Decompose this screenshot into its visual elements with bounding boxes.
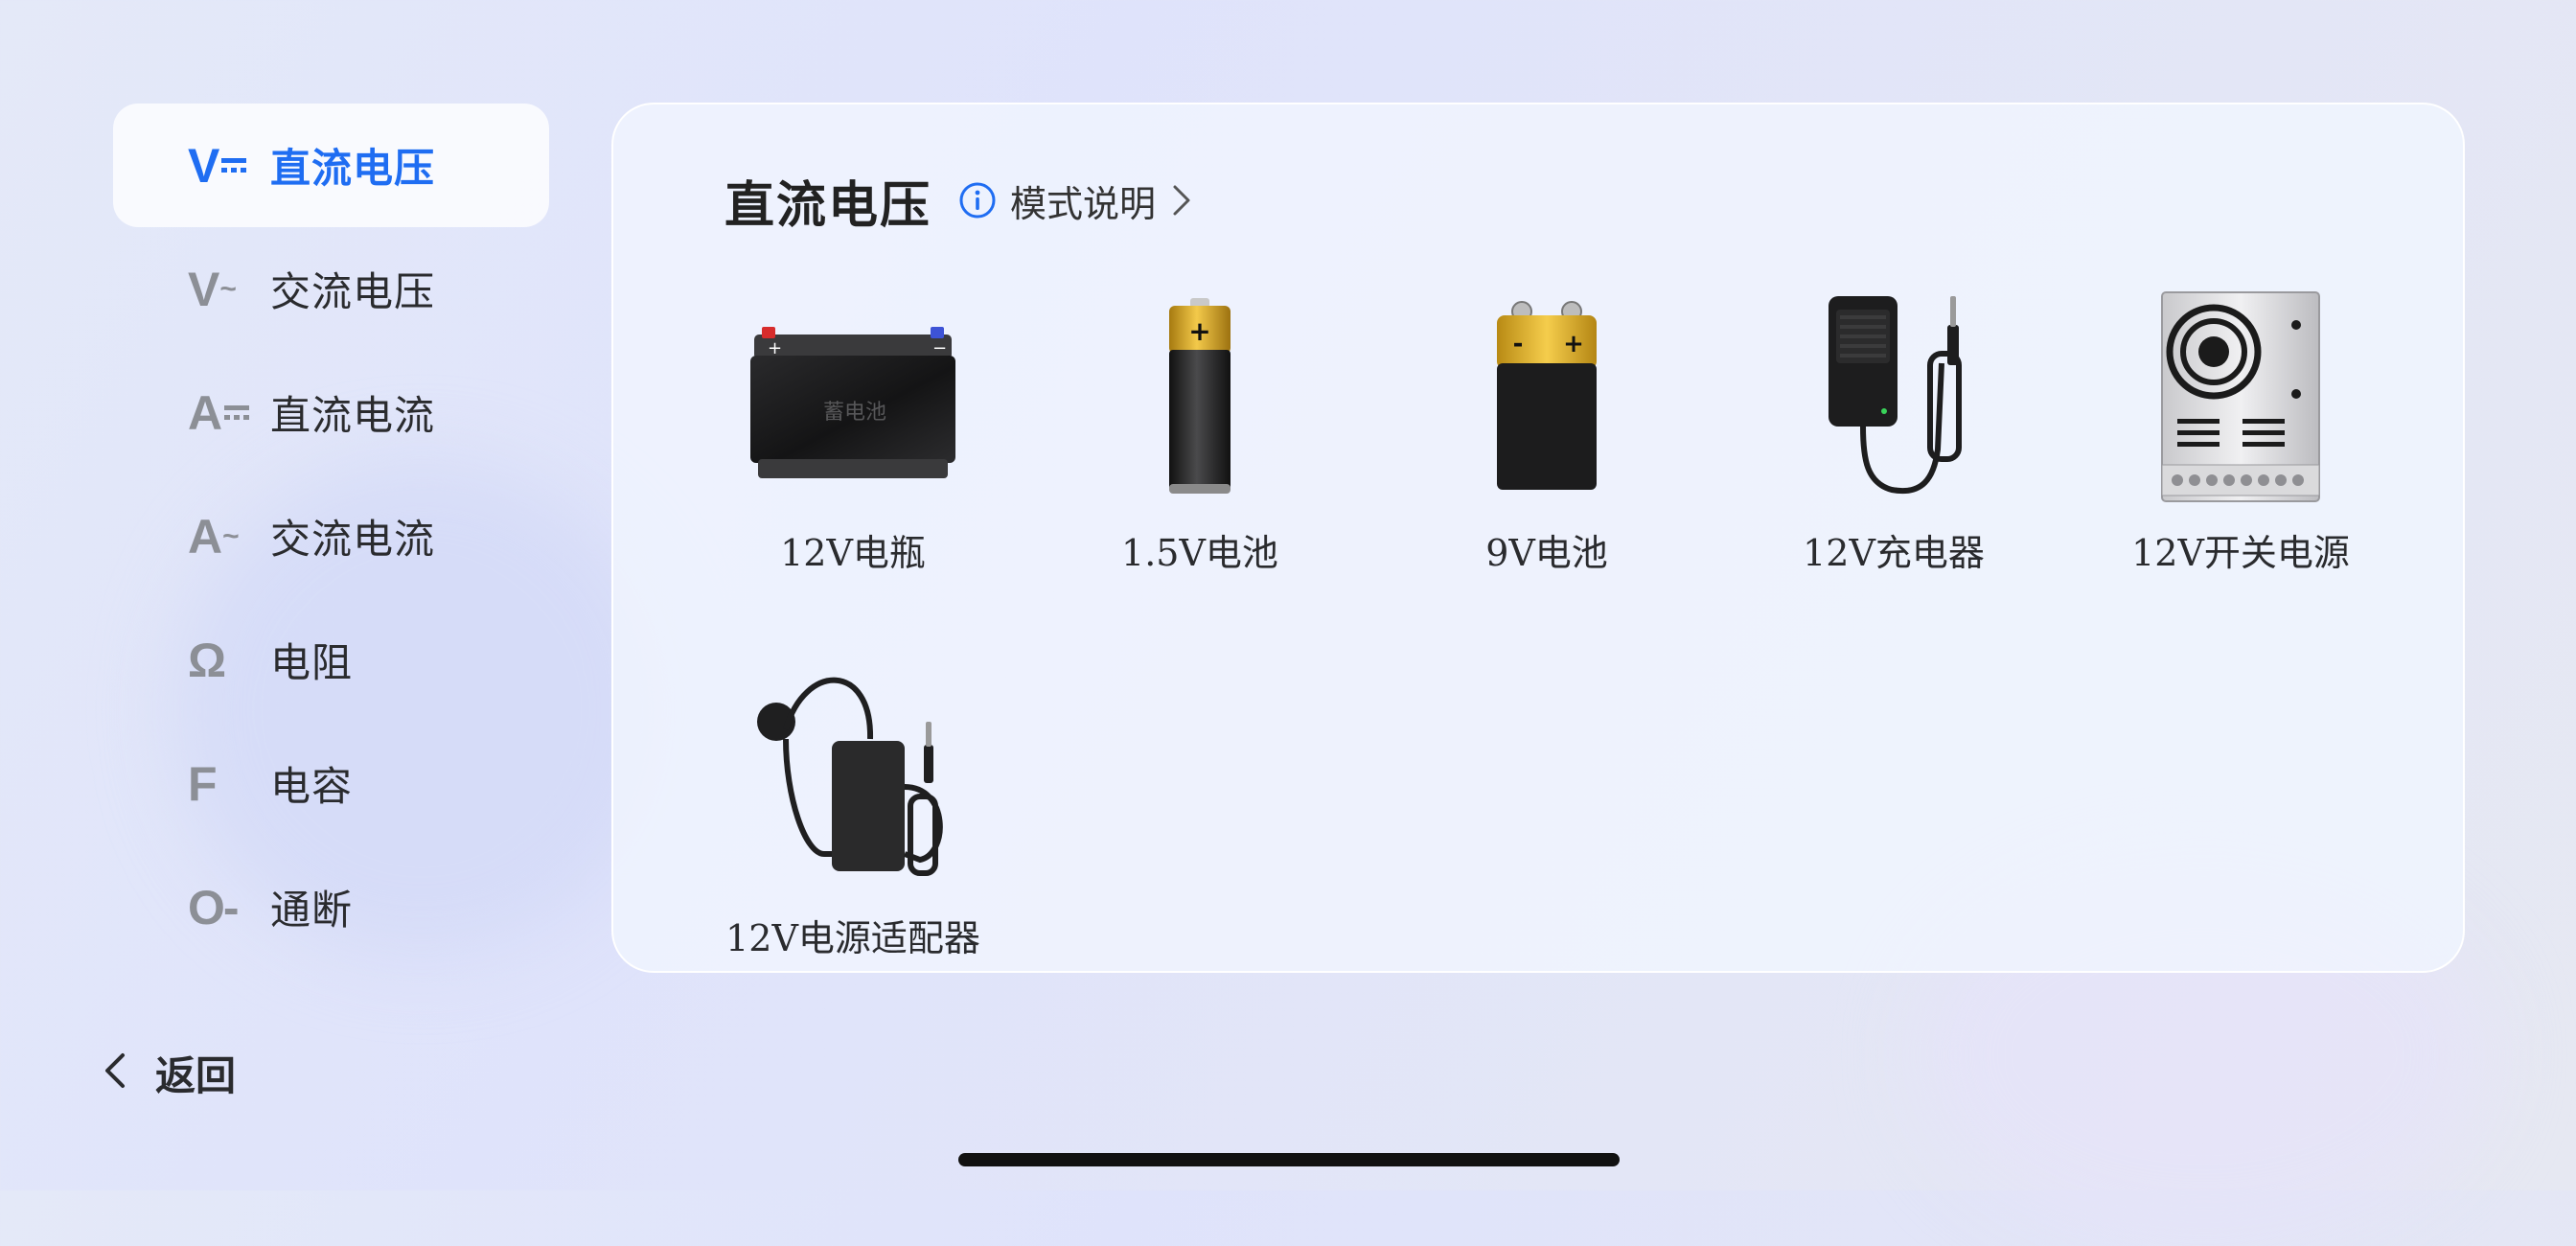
dc-current-symbol: A: [188, 385, 270, 441]
svg-text:-: -: [1513, 330, 1524, 358]
sidebar-item-label: 交流电流: [270, 516, 436, 563]
device-label: 12V电源适配器: [725, 917, 980, 959]
sidebar-item-label: 直流电压: [270, 145, 436, 192]
9v-battery-icon: - +: [1432, 287, 1662, 507]
ohm-symbol: Ω: [188, 633, 226, 687]
svg-text:+: +: [1563, 330, 1584, 358]
svg-text:−: −: [932, 338, 947, 358]
device-label: 1.5V电池: [1121, 532, 1278, 574]
mode-info-label: 模式说明: [1010, 182, 1157, 225]
sidebar-item-resistance[interactable]: Ω 电阻: [113, 598, 549, 722]
wall-charger-icon: [1779, 287, 2009, 507]
sidebar-item-continuity[interactable]: O- 通断: [113, 845, 549, 969]
info-icon: [958, 181, 997, 219]
device-9v-battery[interactable]: - + 9V电池: [1403, 287, 1690, 576]
ac-current-symbol: A ~: [188, 509, 240, 564]
device-label: 12V开关电源: [2131, 532, 2350, 574]
device-label: 12V电瓶: [780, 532, 926, 574]
sidebar-item-label: 电阻: [270, 639, 354, 686]
device-switching-power-supply[interactable]: 12V开关电源: [2097, 287, 2384, 576]
home-indicator[interactable]: [958, 1153, 1620, 1166]
sidebar-item-label: 通断: [270, 887, 354, 934]
power-adapter-icon: [738, 672, 968, 892]
sidebar-item-label: 电容: [270, 763, 354, 810]
sidebar-item-dc-current[interactable]: A 直流电流: [113, 351, 549, 474]
device-power-adapter[interactable]: 12V电源适配器: [709, 672, 997, 961]
car-battery-icon: + − 蓄电池: [738, 287, 968, 507]
aa-battery-icon: +: [1085, 287, 1315, 507]
device-label: 9V电池: [1485, 532, 1608, 574]
dc-voltage-symbol: V: [188, 138, 270, 194]
sidebar-item-ac-voltage[interactable]: V ~ 交流电压: [113, 227, 549, 351]
device-car-battery[interactable]: + − 蓄电池 12V电瓶: [709, 287, 997, 576]
device-panel: 直流电压 模式说明 + − 蓄电池 12V电瓶 + 1.5V电池 - + 9V电…: [611, 103, 2465, 973]
back-label: 返回: [155, 1051, 237, 1099]
chevron-left-icon: [96, 1050, 134, 1096]
svg-text:+: +: [1188, 315, 1210, 347]
sidebar-item-label: 交流电压: [270, 268, 436, 315]
switching-power-supply-icon: [2126, 287, 2356, 507]
device-label: 12V充电器: [1803, 532, 1985, 574]
sidebar-item-capacitance[interactable]: F 电容: [113, 722, 549, 845]
mode-info-link[interactable]: 模式说明: [958, 173, 1194, 227]
mode-sidebar: V 直流电压 V ~ 交流电压 A 直流电流 A ~ 交流电流 Ω 电阻 F 电容 …: [113, 104, 549, 969]
farad-symbol: F: [188, 756, 218, 811]
sidebar-item-dc-voltage[interactable]: V 直流电压: [113, 104, 549, 227]
sidebar-item-ac-current[interactable]: A ~ 交流电流: [113, 474, 549, 598]
continuity-symbol: O-: [188, 880, 240, 934]
device-wall-charger[interactable]: 12V充电器: [1750, 287, 2037, 576]
device-aa-battery[interactable]: + 1.5V电池: [1056, 287, 1344, 576]
svg-text:蓄电池: 蓄电池: [823, 401, 886, 425]
back-button[interactable]: 返回: [96, 1043, 236, 1102]
page-title: 直流电压: [724, 177, 932, 235]
chevron-right-icon: [1156, 181, 1194, 219]
ac-voltage-symbol: V ~: [188, 262, 237, 316]
svg-text:+: +: [768, 338, 782, 358]
sidebar-item-label: 直流电流: [270, 392, 436, 439]
